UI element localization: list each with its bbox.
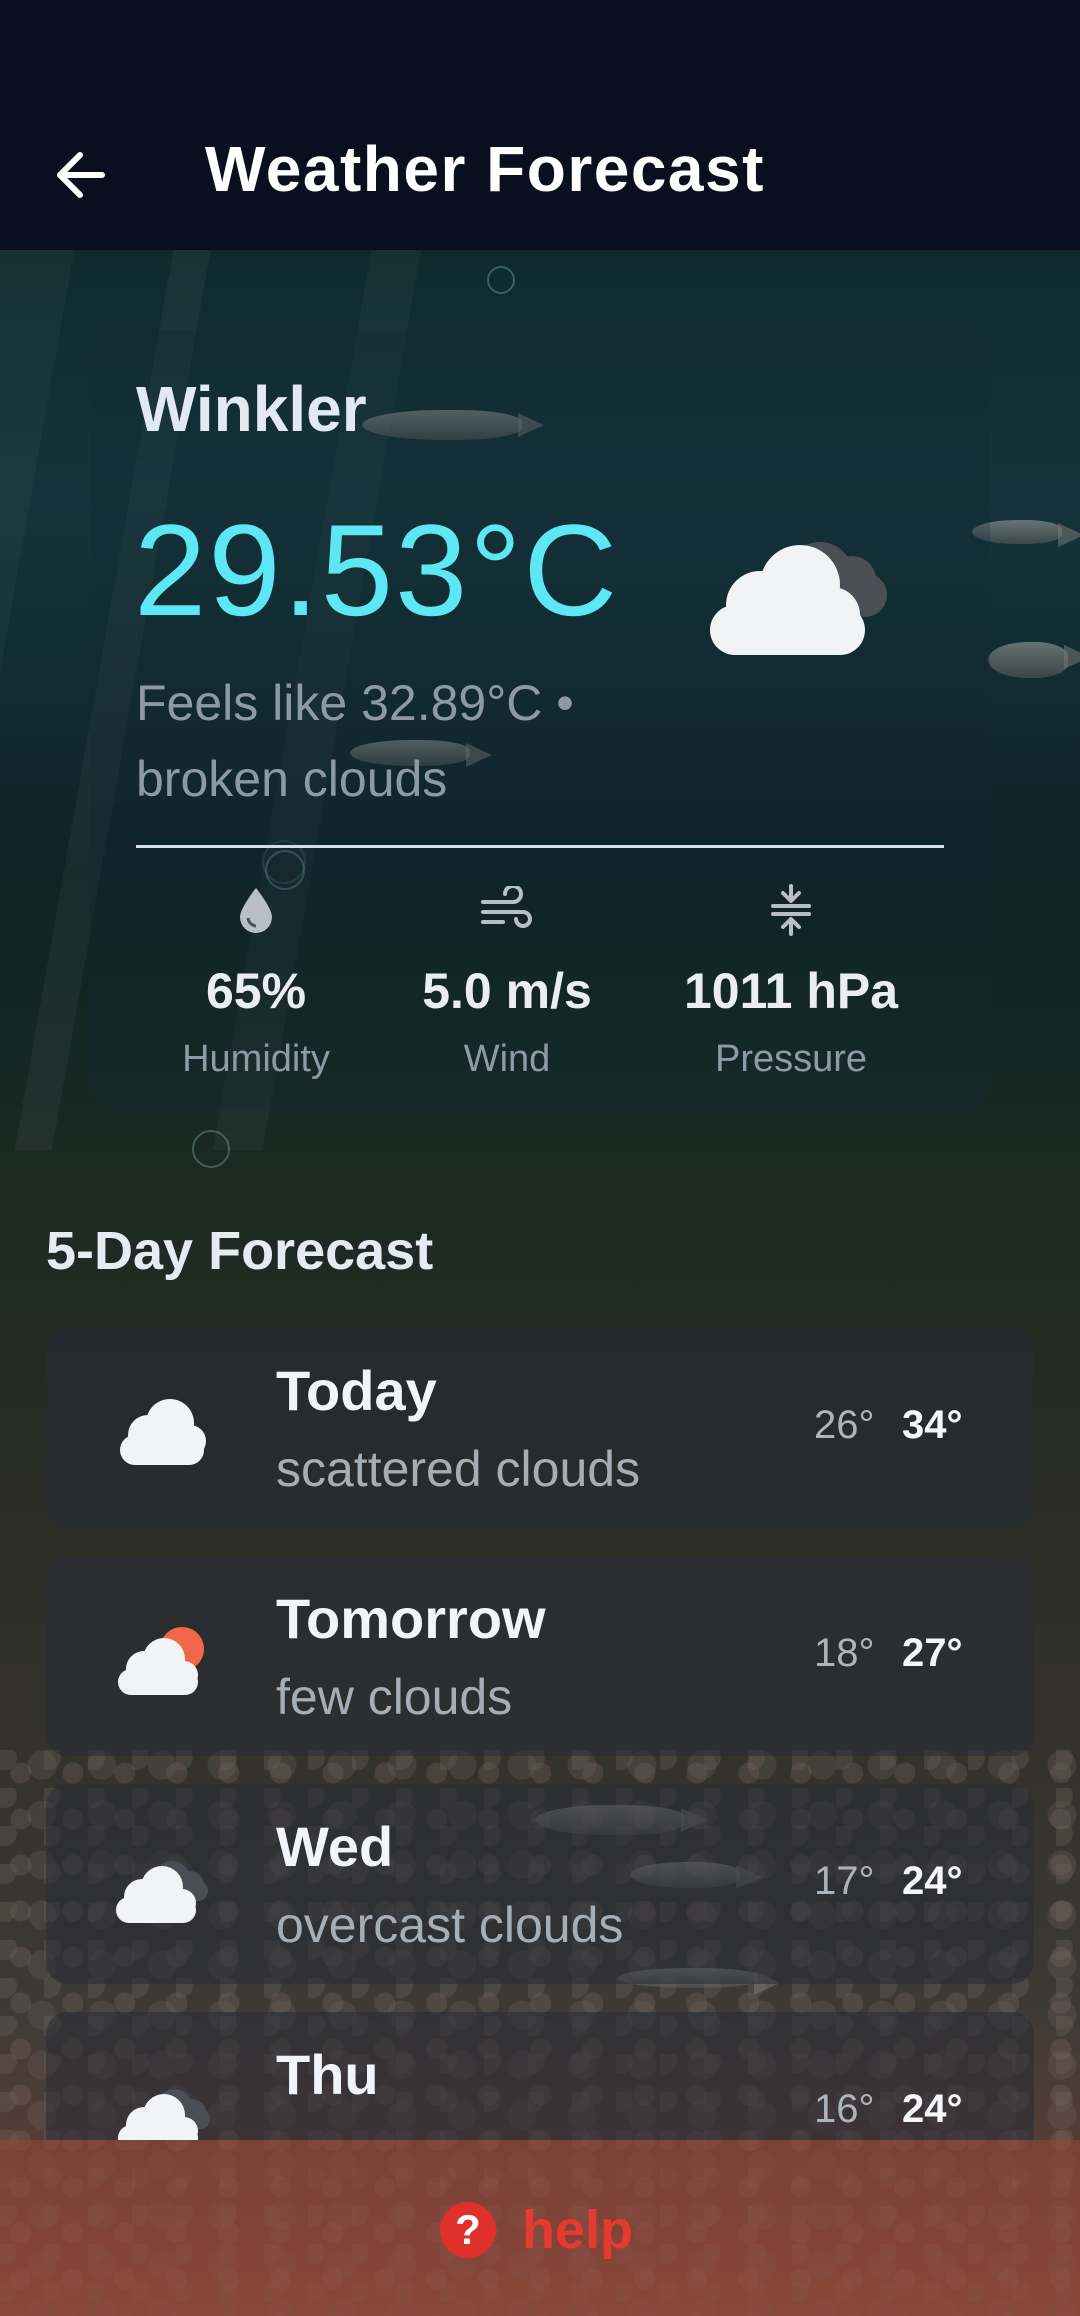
scattered-clouds-icon xyxy=(120,1399,206,1465)
back-button[interactable] xyxy=(40,135,120,215)
pressure-stat: 1011 hPa Pressure xyxy=(661,880,921,1081)
forecast-list: Today scattered clouds 26° 34° Tomorrow … xyxy=(0,1300,1080,2140)
day-low-temp: 26° xyxy=(814,1403,875,1447)
day-name: Today xyxy=(276,1359,437,1422)
day-low-temp: 16° xyxy=(814,2087,875,2131)
broken-clouds-icon xyxy=(710,542,887,655)
bubble xyxy=(487,266,515,294)
forecast-section-title: 5-Day Forecast xyxy=(46,1221,434,1281)
arrow-left-icon xyxy=(57,152,105,198)
fish-decoration xyxy=(988,642,1080,678)
pressure-value: 1011 hPa xyxy=(683,963,899,1019)
few-clouds-icon xyxy=(118,1627,204,1695)
help-label: help xyxy=(522,2200,634,2260)
wind-icon xyxy=(481,886,532,928)
day-description: overcast clouds xyxy=(276,1897,624,1953)
help-icon: ? xyxy=(440,2202,496,2258)
day-description: few clouds xyxy=(276,1669,513,1725)
forecast-day-row[interactable]: Today scattered clouds 26° 34° xyxy=(46,1328,1034,1528)
forecast-day-row[interactable]: Wed overcast clouds 17° 24° xyxy=(46,1784,1034,1984)
humidity-stat: 65% Humidity xyxy=(126,880,386,1081)
day-low-temp: 17° xyxy=(814,1859,875,1903)
water-drop-icon xyxy=(240,888,272,933)
forecast-day-row[interactable]: Tomorrow few clouds 18° 27° xyxy=(46,1556,1034,1756)
wind-stat: 5.0 m/s Wind xyxy=(377,880,637,1081)
pressure-icon xyxy=(771,884,811,936)
help-button[interactable]: ? help xyxy=(440,2200,633,2260)
city-name: Winkler xyxy=(136,373,367,445)
overcast-clouds-icon xyxy=(116,1861,208,1923)
wind-label: Wind xyxy=(463,1038,551,1080)
forecast-day-row[interactable]: Thu 16° 24° xyxy=(46,2012,1034,2140)
day-name: Tomorrow xyxy=(276,1587,546,1650)
day-high-temp: 24° xyxy=(902,2087,963,2131)
wind-value: 5.0 m/s xyxy=(422,963,592,1019)
day-high-temp: 34° xyxy=(902,1403,963,1447)
day-description: scattered clouds xyxy=(276,1441,641,1497)
divider xyxy=(136,845,944,848)
current-temperature: 29.53°C xyxy=(134,497,620,643)
humidity-value: 65% xyxy=(205,963,307,1019)
feels-like-description: Feels like 32.89°C • broken clouds xyxy=(136,675,574,807)
app-bar: Weather Forecast xyxy=(0,0,1080,250)
day-name: Thu xyxy=(276,2043,379,2106)
day-low-temp: 18° xyxy=(814,1631,875,1675)
day-high-temp: 27° xyxy=(902,1631,963,1675)
page-title: Weather Forecast xyxy=(205,133,765,205)
day-name: Wed xyxy=(276,1815,394,1878)
pressure-label: Pressure xyxy=(714,1038,868,1080)
humidity-label: Humidity xyxy=(182,1038,330,1080)
day-high-temp: 24° xyxy=(902,1859,963,1903)
broken-clouds-icon xyxy=(118,2089,210,2140)
bubble xyxy=(192,1130,230,1168)
